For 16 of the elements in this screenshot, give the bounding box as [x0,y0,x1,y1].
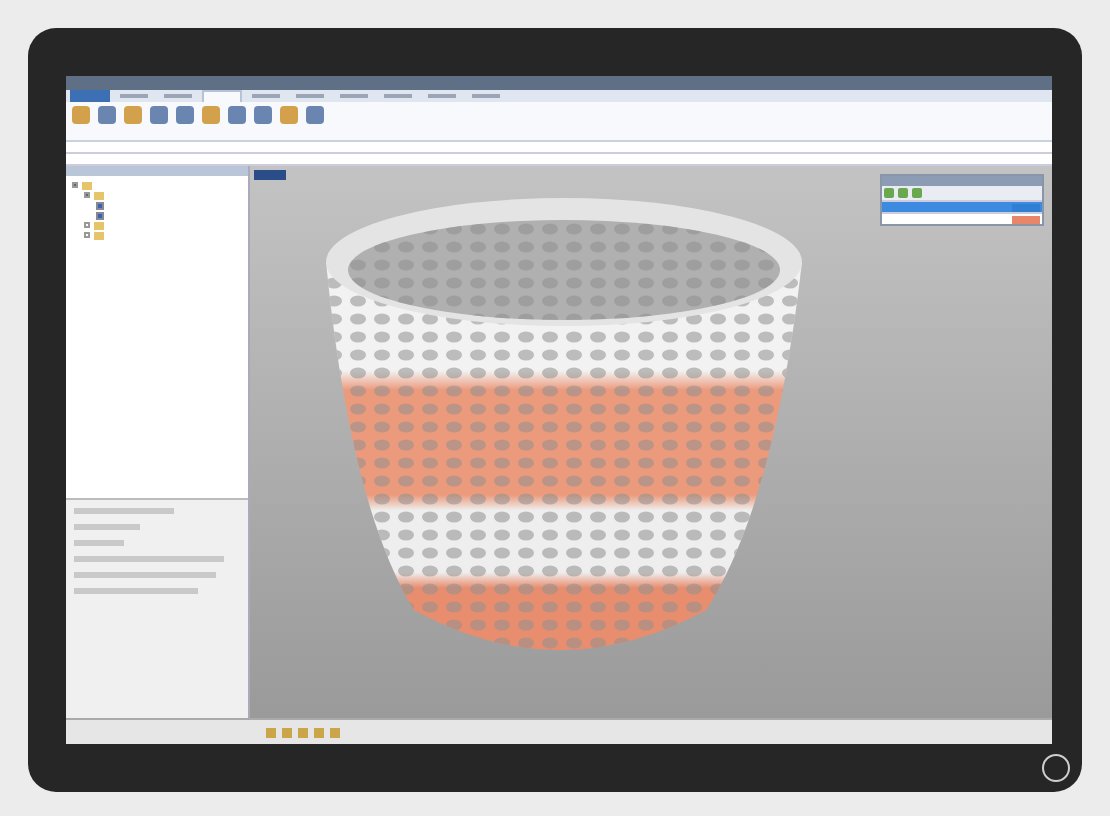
ribbon-tab[interactable] [158,90,198,102]
viewport-tab[interactable] [254,170,286,180]
ribbon-tab[interactable] [114,90,154,102]
power-icon[interactable] [1042,754,1070,782]
ribbon-tab[interactable] [202,90,242,102]
expander-icon[interactable] [84,222,90,228]
checkbox[interactable] [96,211,104,219]
layer-row[interactable] [882,200,1042,212]
color-swatch[interactable] [1012,204,1040,212]
checkbox[interactable] [96,201,104,209]
expander-icon[interactable] [72,182,78,188]
ribbon-tab[interactable] [246,90,286,102]
color-swatch[interactable] [1012,216,1040,224]
layer-row[interactable] [882,212,1042,224]
expander-icon[interactable] [84,232,90,238]
expander-icon[interactable] [84,192,90,198]
